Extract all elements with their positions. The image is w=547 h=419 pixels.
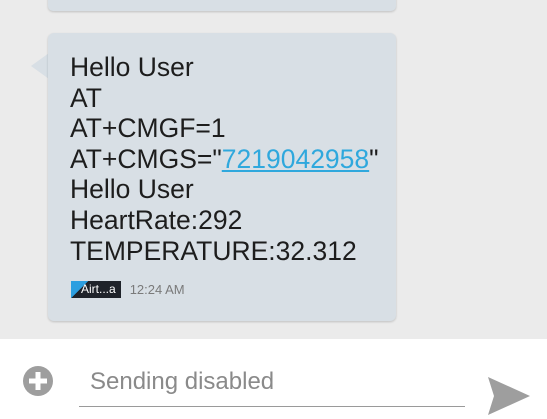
send-button[interactable] [487, 375, 531, 417]
message-bubble[interactable]: Hello User AT AT+CMGF=1 AT+CMGS="7219042… [48, 33, 396, 321]
message-line: Hello User [70, 52, 194, 82]
message-line: AT [70, 82, 102, 113]
message-timestamp: 12:24 AM [129, 282, 185, 297]
send-icon [488, 377, 530, 415]
message-text: Hello User AT AT+CMGF=1 AT+CMGS="7219042… [70, 52, 379, 266]
message-line: HeartRate:292 [70, 204, 243, 235]
messaging-screen: Hello User AT AT+CMGF=1 AT+CMGS="7219042… [0, 0, 547, 419]
conversation-thread[interactable]: Hello User AT AT+CMGF=1 AT+CMGS="7219042… [0, 0, 547, 339]
compose-input[interactable] [79, 357, 465, 407]
attach-button[interactable] [23, 366, 53, 396]
message-meta: Airt...a 12:24 AM [71, 281, 185, 298]
cmgs-prefix: AT+CMGS=" [70, 143, 222, 174]
add-circle-icon [29, 372, 47, 390]
message-line-cmgs: AT+CMGS="7219042958" [70, 144, 379, 175]
previous-message-bubble[interactable] [48, 0, 396, 11]
phone-number-link[interactable]: 7219042958 [222, 144, 369, 174]
sim-badge: Airt...a [71, 281, 121, 298]
cmgs-suffix: " [369, 143, 379, 174]
message-line: TEMPERATURE:32.312 [70, 235, 357, 266]
message-line: Hello User [70, 174, 194, 205]
message-line: AT+CMGF=1 [70, 113, 226, 144]
message-bubble-tail [31, 53, 49, 79]
compose-bar [0, 339, 547, 419]
